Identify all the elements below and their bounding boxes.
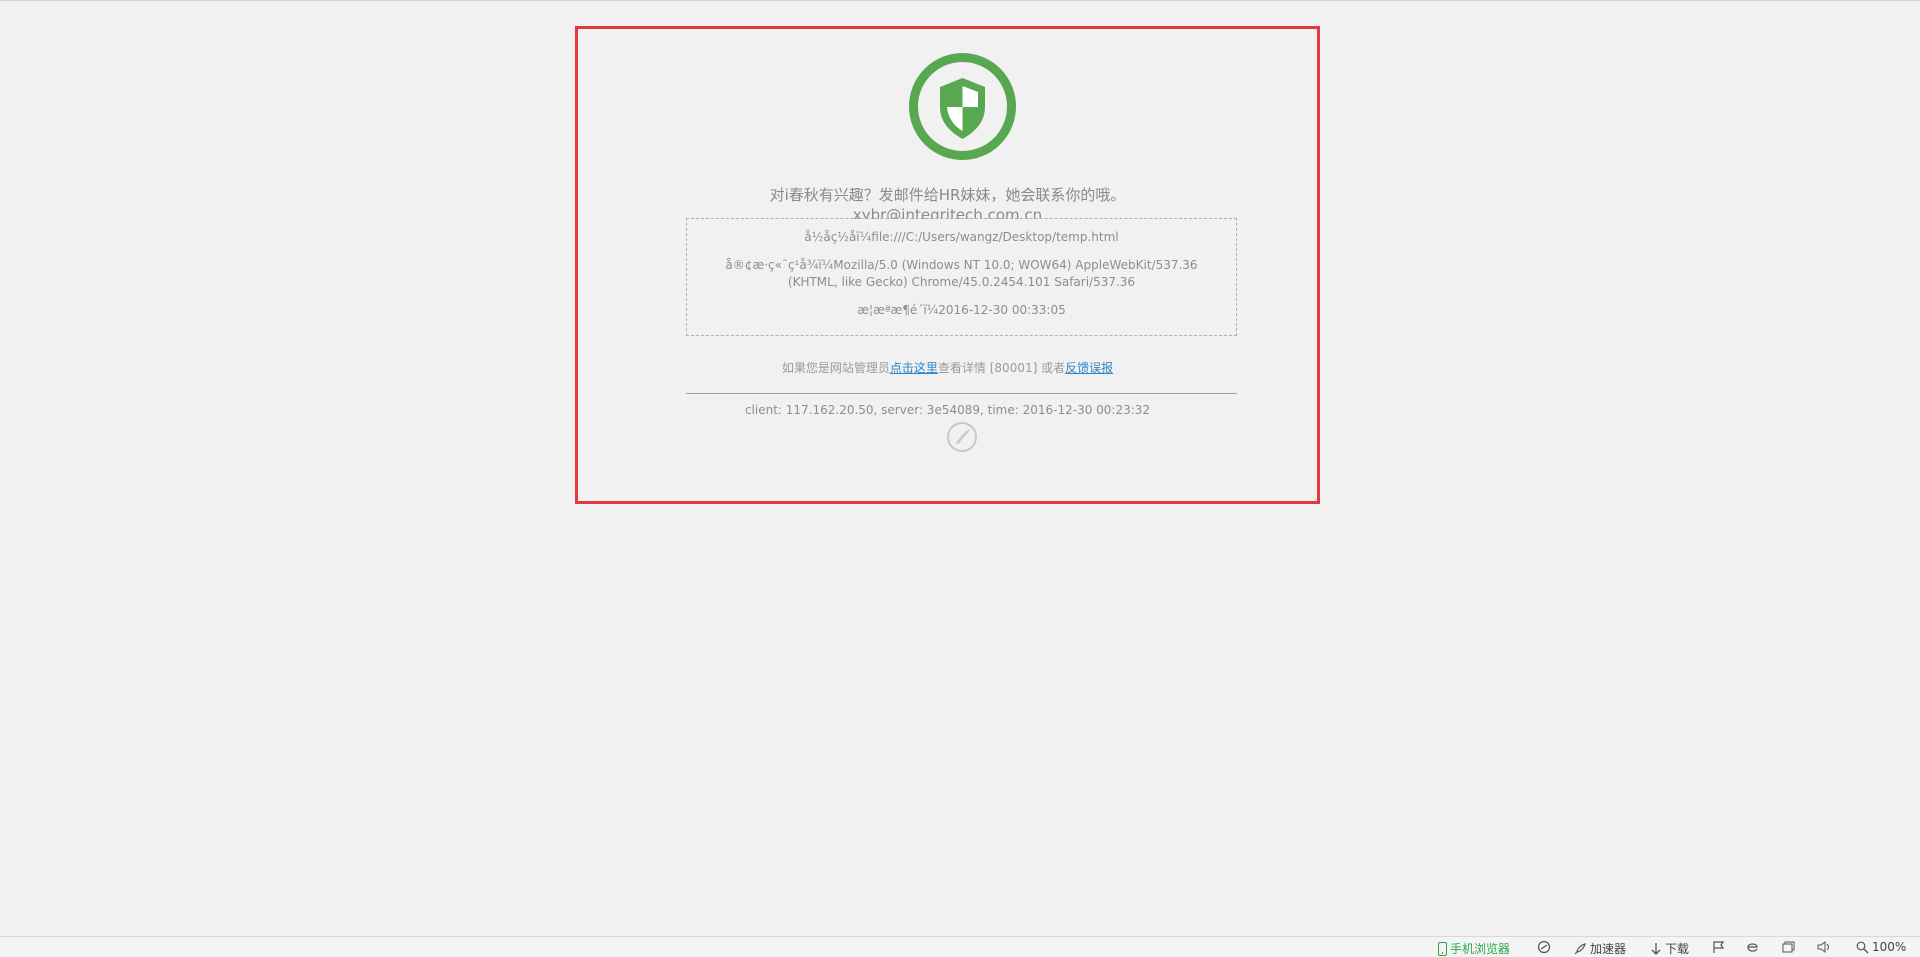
rocket-small-icon (1574, 942, 1586, 954)
window-button[interactable] (1781, 940, 1795, 954)
hr-recruit-message: 对i春秋有兴趣？发邮件给HR妹妹，她会联系你的哦。 (769, 186, 1126, 204)
accelerator-label: 加速器 (1590, 942, 1627, 956)
hr-email: xybr@integritech.com.cn (852, 206, 1043, 219)
magnifier-icon (1856, 941, 1869, 953)
feedback-link[interactable]: 反馈误报 (1065, 361, 1113, 375)
window-icon (1782, 941, 1795, 953)
phone-icon (1438, 941, 1447, 956)
client-info-line: client: 117.162.20.50, server: 3e54089, … (744, 403, 1151, 417)
ie-icon (1537, 940, 1551, 954)
speaker-icon (1817, 941, 1829, 953)
browser-engine-icon (1747, 943, 1758, 952)
mobile-browser-label: 手机浏览器 (1450, 942, 1511, 956)
flag-icon (1713, 941, 1725, 953)
compat-mode-button[interactable] (1537, 940, 1551, 954)
download-button[interactable]: 下载 (1650, 940, 1689, 957)
divider (686, 393, 1237, 394)
download-arrow-icon (1651, 942, 1661, 955)
admin-prefix: 如果您是网站管理员 (781, 361, 890, 375)
browser-status-bar: 手机浏览器 加速器 下载 100% (0, 936, 1920, 957)
flag-button[interactable] (1712, 940, 1726, 954)
zoom-level: 100% (1872, 940, 1907, 954)
window-top-border (0, 0, 1920, 1)
highlighted-block-page: 对i春秋有兴趣？发邮件给HR妹妹，她会联系你的哦。 xybr@integrite… (575, 26, 1320, 504)
admin-notice: 如果您是网站管理员点击这里查看详情 [80001] 或者反馈误报 (578, 359, 1317, 376)
accelerator-button[interactable]: 加速器 (1573, 940, 1626, 957)
zoom-button[interactable]: 100% (1856, 940, 1906, 954)
download-label: 下载 (1665, 942, 1690, 956)
request-info-box: å½åç½åï¼file:///C:/Users/wangz/Desktop/t… (686, 218, 1237, 336)
current-url-line: å½åç½åï¼file:///C:/Users/wangz/Desktop/t… (804, 230, 1119, 244)
volume-button[interactable] (1816, 940, 1832, 954)
shield-icon (909, 53, 1016, 160)
admin-middle: 查看详情 [80001] 或者 (937, 361, 1066, 375)
details-link[interactable]: 点击这里 (890, 361, 938, 375)
rocket-icon (947, 422, 977, 452)
mobile-browser-button[interactable]: 手机浏览器 (1438, 940, 1510, 957)
user-agent-line: å®¢æ·ç«¯ç¹å¾ï¼Mozilla/5.0 (Windows NT 10… (725, 258, 1198, 289)
block-time-line: æ¦æªæ¶é´ï¼2016-12-30 00:33:05 (857, 303, 1066, 317)
ie-mode-button[interactable] (1745, 940, 1760, 954)
